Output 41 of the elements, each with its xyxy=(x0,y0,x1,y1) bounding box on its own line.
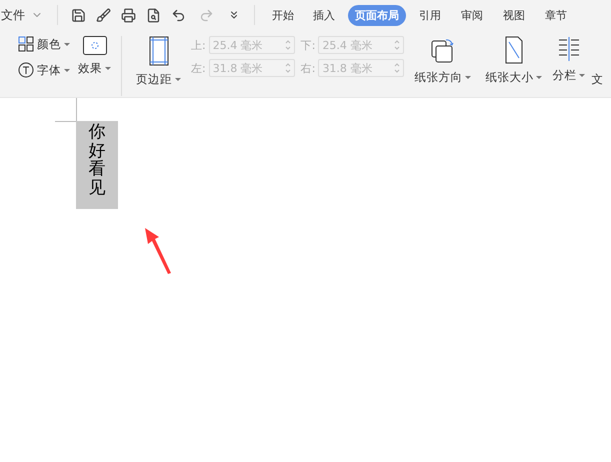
field-label: 左: xyxy=(191,60,206,76)
caret-icon[interactable] xyxy=(64,68,70,72)
field-label: 下: xyxy=(300,38,316,52)
columns-button[interactable]: 分栏 xyxy=(552,68,576,83)
file-menu[interactable]: 文件 xyxy=(1,6,25,24)
ribbon-tab[interactable]: 章节 xyxy=(538,4,574,26)
orientation-button[interactable]: 纸张方向 xyxy=(414,70,462,85)
caret-icon[interactable] xyxy=(536,76,542,79)
margin-corner-mark xyxy=(55,98,77,122)
columns-icon[interactable] xyxy=(558,36,580,62)
paper-size-icon[interactable] xyxy=(504,36,523,64)
ribbon-tab[interactable]: 开始 xyxy=(265,4,301,26)
more-icon[interactable] xyxy=(228,9,240,21)
field-label: 上: xyxy=(191,38,206,52)
font-button[interactable]: 字体 xyxy=(37,62,61,78)
save-icon[interactable] xyxy=(71,8,86,22)
caret-icon[interactable] xyxy=(579,74,586,77)
paper-size-button[interactable]: 纸张大小 xyxy=(485,70,534,85)
page-margin-icon[interactable] xyxy=(148,36,168,66)
font-circle-icon[interactable] xyxy=(18,62,34,78)
ribbon-label[interactable]: 文 xyxy=(591,72,604,87)
ribbon-tab[interactable]: 引用 xyxy=(412,4,448,26)
field-label: 右: xyxy=(300,60,316,76)
color-button[interactable]: 颜色 xyxy=(37,36,61,52)
undo-icon[interactable] xyxy=(171,8,186,22)
caret-icon[interactable] xyxy=(465,76,472,79)
effect-button[interactable]: 效果 xyxy=(78,61,102,76)
print-preview-icon[interactable] xyxy=(146,8,161,22)
arrow-icon xyxy=(143,227,173,275)
page-margin-button[interactable]: 页边距 xyxy=(136,72,172,87)
effect-icon[interactable] xyxy=(82,36,106,55)
printer-icon[interactable] xyxy=(121,8,136,22)
caret-icon[interactable] xyxy=(64,42,70,46)
brush-icon[interactable] xyxy=(96,8,111,22)
vertical-text: 你好看见 xyxy=(88,123,106,200)
caret-icon[interactable] xyxy=(175,78,181,81)
ribbon-tab[interactable]: 插入 xyxy=(306,4,342,26)
ribbon-tab[interactable]: 审阅 xyxy=(454,4,490,26)
color-scheme-icon[interactable] xyxy=(18,36,34,52)
ribbon-tab[interactable]: 视图 xyxy=(496,4,532,26)
caret-icon[interactable] xyxy=(105,67,111,70)
